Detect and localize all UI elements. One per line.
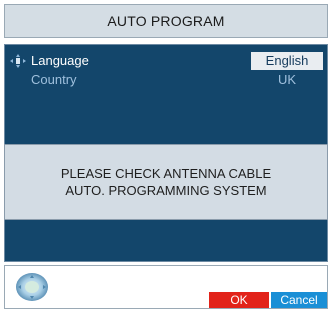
auto-program-osd: AUTO PROGRAM Language English Country UK… [0, 0, 332, 313]
language-label: Language [31, 53, 89, 68]
country-value[interactable]: UK [251, 71, 323, 89]
message-line-2: AUTO. PROGRAMMING SYSTEM [65, 183, 267, 198]
page-title: AUTO PROGRAM [107, 13, 225, 29]
bottom-bar: OK Cancel [4, 265, 328, 309]
cancel-button[interactable]: Cancel [271, 292, 327, 308]
message-dialog: PLEASE CHECK ANTENNA CABLE AUTO. PROGRAM… [4, 144, 328, 220]
message-line-1: PLEASE CHECK ANTENNA CABLE [60, 166, 272, 181]
nav-pad-icon [16, 273, 48, 301]
country-label: Country [31, 72, 77, 87]
language-row[interactable]: Language English [9, 52, 323, 70]
country-row[interactable]: Country UK [9, 71, 323, 89]
title-bar: AUTO PROGRAM [4, 4, 328, 38]
selection-cursor-icon [10, 54, 26, 68]
language-value[interactable]: English [251, 52, 323, 70]
ok-button[interactable]: OK [209, 292, 269, 308]
